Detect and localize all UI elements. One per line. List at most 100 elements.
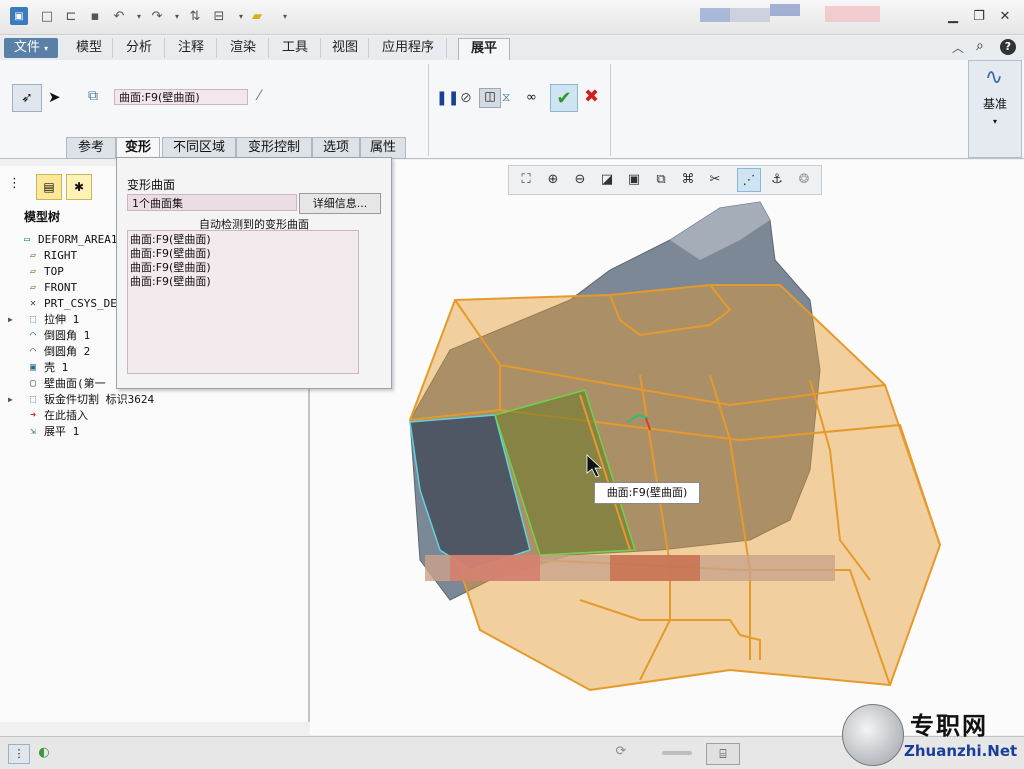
regen-status-icon: ⟳ [615, 744, 627, 759]
zoom-out-icon[interactable]: ⊖ [569, 168, 591, 190]
tab-properties[interactable]: 属性 [360, 137, 406, 159]
details-button[interactable]: 详细信息... [299, 193, 381, 214]
detected-surface-list[interactable]: 曲面:F9(壁曲面) 曲面:F9(壁曲面) 曲面:F9(壁曲面) 曲面:F9(壁曲面) [127, 230, 359, 374]
save-icon[interactable]: ▪ [86, 7, 104, 25]
tree-item-label: 倒圆角 2 [44, 345, 91, 358]
cut-icon: ⬚ [29, 394, 37, 405]
layer-folder-icon[interactable]: ▤ [36, 174, 62, 200]
regenerate-icon[interactable]: ⇅ [186, 7, 204, 25]
wall-icon: ▢ [29, 378, 37, 389]
tree-item-label: RIGHT [44, 249, 78, 262]
help-icon[interactable]: ? [1000, 39, 1016, 55]
surface-collector-field[interactable]: 曲面:F9(壁曲面) [114, 89, 248, 105]
restore-icon[interactable]: ❐ [970, 8, 988, 24]
tree-item[interactable]: ⇲ 展平 1 [8, 424, 308, 440]
glasses-icon[interactable]: ∞ [526, 90, 537, 105]
close-window-icon[interactable]: ▰ [248, 7, 266, 25]
chevron-down-icon: ▾ [992, 117, 997, 126]
view-manager-icon[interactable]: ⌘ [677, 168, 699, 190]
tree-item[interactable]: ➜ 在此插入 [8, 408, 308, 424]
cancel-x-icon[interactable]: ✖ [584, 86, 599, 107]
perspective-icon[interactable]: ✂ [704, 168, 726, 190]
tree-toggle-icon[interactable]: ⋮ [8, 744, 30, 764]
detected-surface-item[interactable]: 曲面:F9(壁曲面) [128, 247, 358, 261]
redo-dropdown-icon[interactable]: ▾ [168, 7, 186, 25]
pause-icon[interactable]: ❚❚ [436, 90, 459, 106]
tree-item-label: 壳 1 [44, 361, 69, 374]
shell-icon: ▣ [29, 362, 37, 373]
tab-view[interactable]: 视图 [322, 38, 369, 58]
search-icon[interactable]: ⌕ [976, 38, 984, 54]
collapse-ribbon-icon[interactable]: ︿ [952, 39, 964, 56]
expand-arrow-icon[interactable]: ▶ [8, 312, 20, 328]
watermark-url: Zhuanzhi.Net [904, 742, 1018, 760]
expand-arrow-icon[interactable]: ▶ [8, 392, 20, 408]
zoom-in-icon[interactable]: ⊕ [542, 168, 564, 190]
undo-icon[interactable]: ↶ [110, 7, 128, 25]
detected-surface-item[interactable]: 曲面:F9(壁曲面) [128, 261, 358, 275]
ribbon-tab-row: 文件 ▾ 模型 分析 注释 渲染 工具 视图 应用程序 展平 ︿ ⌕ ? [0, 36, 1024, 61]
chevron-down-icon: ▾ [44, 44, 49, 53]
watermark-ball-logo [842, 704, 904, 766]
detected-surface-item[interactable]: 曲面:F9(壁曲面) [128, 233, 358, 247]
tree-view-icon[interactable]: ⋮ [8, 176, 30, 198]
flatten-icon: ⇲ [29, 426, 37, 437]
ribbon-divider [610, 64, 611, 156]
undo-dropdown-icon[interactable]: ▾ [130, 7, 148, 25]
deform-surface-label: 变形曲面 [127, 178, 176, 192]
round-icon: ◠ [29, 330, 37, 341]
minimize-icon[interactable]: ▁ [944, 8, 962, 24]
selection-filter-button[interactable]: ➶ [12, 84, 42, 112]
datum-plane-icon: ▱ [29, 266, 37, 277]
tab-deform-control[interactable]: 变形控制 [236, 137, 312, 159]
saved-orientations-icon[interactable]: ⧉ [650, 168, 672, 190]
datum-display-icon[interactable]: ⋰ [737, 168, 761, 192]
file-menu-button[interactable]: 文件 ▾ [4, 38, 58, 58]
refit-icon[interactable]: ⛶ [515, 168, 537, 190]
redo-icon[interactable]: ↷ [148, 7, 166, 25]
tree-item-label: FRONT [44, 281, 78, 294]
transform-icon[interactable]: ⁄ [258, 88, 260, 104]
tree-item[interactable]: ▶ ⬚ 钣金件切割 标识3624 [8, 392, 308, 408]
tab-analysis[interactable]: 分析 [114, 38, 165, 58]
customize-toolbar-icon[interactable]: ▾ [276, 7, 294, 25]
tree-item-label: 倒圆角 1 [44, 329, 91, 342]
confirm-check-icon[interactable]: ✔ [550, 84, 578, 112]
spin-center-icon[interactable]: ❂ [793, 168, 815, 190]
annotation-display-icon[interactable]: ⚓ [766, 168, 788, 190]
tab-flatten[interactable]: 展平 [458, 38, 510, 61]
progress-indicator [662, 751, 692, 755]
tree-item-label: 钣金件切割 标识3624 [44, 393, 155, 406]
close-icon[interactable]: ✕ [996, 8, 1014, 24]
tab-render[interactable]: 渲染 [218, 38, 269, 58]
display-style-icon[interactable]: ▣ [623, 168, 645, 190]
graphics-viewport[interactable]: 曲面:F9(壁曲面) [310, 160, 1024, 735]
browser-toggle-icon[interactable]: ◐ [34, 744, 54, 762]
tab-annotate[interactable]: 注释 [166, 38, 217, 58]
watermark-name: 专职网 [910, 711, 988, 740]
tree-item-label: 拉伸 1 [44, 313, 80, 326]
repaint-icon[interactable]: ◪ [596, 168, 618, 190]
verify-mode-icon[interactable]: ⧖ [502, 90, 510, 105]
tab-references[interactable]: 参考 [66, 137, 116, 159]
tab-applications[interactable]: 应用程序 [370, 38, 447, 58]
detected-surface-item[interactable]: 曲面:F9(壁曲面) [128, 275, 358, 289]
tab-options[interactable]: 选项 [312, 137, 360, 159]
tab-different-area[interactable]: 不同区域 [162, 137, 236, 159]
windows-icon[interactable]: ⊟ [210, 7, 228, 25]
csys-icon: ✕ [29, 298, 37, 309]
datum-group[interactable]: ∿ 基准 ▾ [968, 60, 1022, 158]
tab-tools[interactable]: 工具 [270, 38, 321, 58]
insert-arrow-icon: ➜ [29, 410, 37, 421]
no-preview-icon[interactable]: ⊘ [460, 90, 472, 106]
favorites-folder-icon[interactable]: ✱ [66, 174, 92, 200]
pointer-icon[interactable]: ➤ [48, 88, 61, 106]
tab-deform[interactable]: 变形 [116, 137, 160, 159]
open-folder-icon[interactable]: ⊏ [62, 7, 80, 25]
tab-model[interactable]: 模型 [66, 38, 113, 58]
selection-filter-icon[interactable]: ⌸ [706, 743, 740, 765]
new-file-icon[interactable]: □ [38, 7, 56, 25]
surface-set-field[interactable]: 1个曲面集 [127, 194, 297, 211]
preview-frame-icon[interactable]: ◫ [479, 88, 501, 108]
deform-panel-popup: 变形曲面 1个曲面集 详细信息... 自动检测到的变形曲面 曲面:F9(壁曲面)… [116, 157, 392, 389]
